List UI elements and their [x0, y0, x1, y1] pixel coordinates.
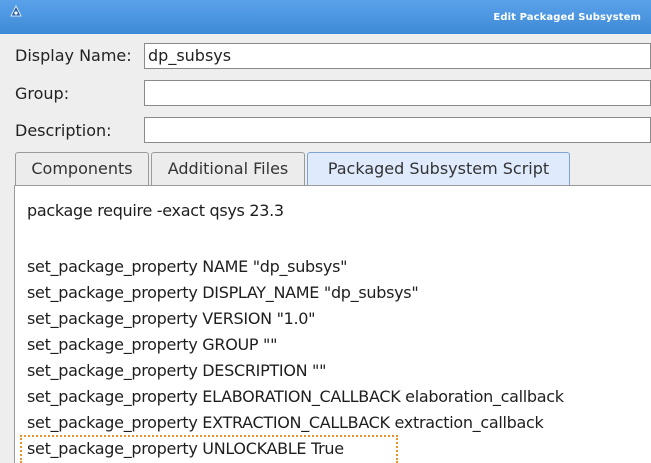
script-line: set_package_property VERSION "1.0" — [27, 309, 316, 328]
script-line: set_package_property ELABORATION_CALLBAC… — [27, 387, 564, 406]
tab-bar: Components Additional Files Packaged Sub… — [0, 152, 651, 187]
app-triangle-icon — [10, 5, 22, 17]
script-line: set_package_property DESCRIPTION "" — [27, 361, 327, 380]
script-line: set_package_property GROUP "" — [27, 335, 278, 354]
script-line: set_package_property NAME "dp_subsys" — [27, 257, 348, 276]
edit-packaged-subsystem-dialog: Edit Packaged Subsystem Display Name: dp… — [0, 0, 651, 463]
script-line: package require -exact qsys 23.3 — [27, 201, 284, 220]
highlight-annotation — [20, 435, 398, 463]
group-label: Group: — [15, 84, 70, 103]
window-title: Edit Packaged Subsystem — [493, 12, 641, 23]
tab-additional-files[interactable]: Additional Files — [151, 152, 305, 186]
script-line: set_package_property DISPLAY_NAME "dp_su… — [27, 283, 419, 302]
script-editor[interactable]: package require -exact qsys 23.3 set_pac… — [14, 186, 651, 463]
script-line: set_package_property EXTRACTION_CALLBACK… — [27, 413, 544, 432]
group-field[interactable] — [144, 80, 651, 106]
description-label: Description: — [15, 121, 112, 140]
tab-packaged-subsystem-script[interactable]: Packaged Subsystem Script — [307, 152, 570, 187]
tab-components[interactable]: Components — [15, 152, 149, 186]
display-name-label: Display Name: — [15, 46, 132, 65]
title-bar[interactable]: Edit Packaged Subsystem — [0, 0, 651, 34]
display-name-field[interactable]: dp_subsys — [144, 43, 651, 69]
description-field[interactable] — [144, 117, 651, 143]
